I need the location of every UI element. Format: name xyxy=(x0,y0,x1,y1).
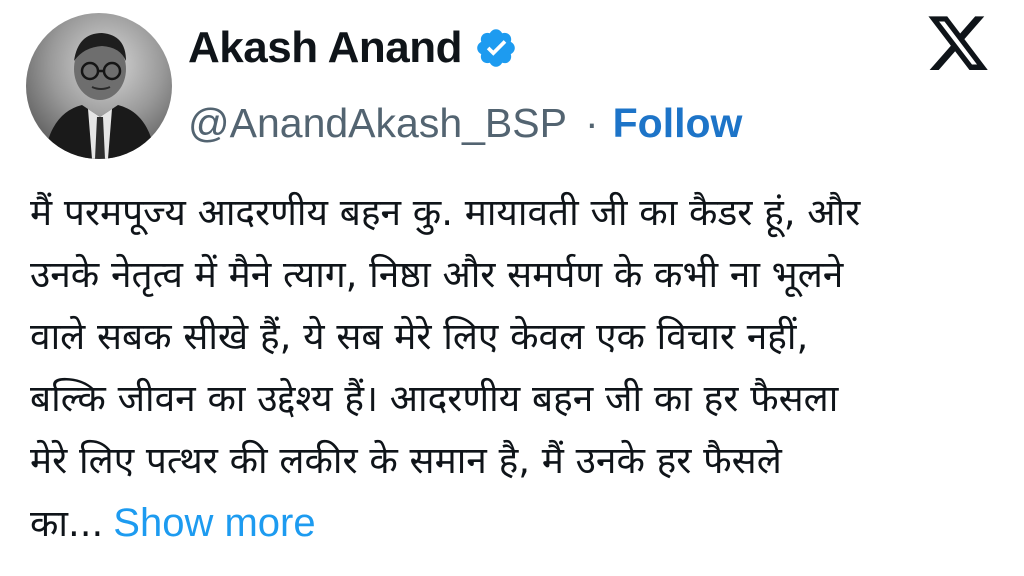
avatar-portrait-icon xyxy=(44,33,156,159)
display-name[interactable]: Akash Anand xyxy=(188,23,463,73)
verified-badge-icon[interactable] xyxy=(474,26,518,70)
tweet-text: मैं परमपूज्य आदरणीय बहन कु. मायावती जी क… xyxy=(30,182,1010,555)
tweet-line: उनके नेतृत्व में मैने त्याग, निष्ठा और स… xyxy=(30,253,844,296)
display-name-row: Akash Anand xyxy=(188,18,742,78)
tweet-line: मैं परमपूज्य आदरणीय बहन कु. मायावती जी क… xyxy=(30,191,861,234)
separator-dot: · xyxy=(584,99,599,146)
user-handle[interactable]: @AnandAkash_BSP xyxy=(188,100,567,147)
follow-button[interactable]: Follow xyxy=(613,100,743,147)
author-info: Akash Anand @AnandAkash_BSP · Follow xyxy=(188,18,742,148)
handle-row: @AnandAkash_BSP · Follow xyxy=(188,94,742,152)
tweet-line: वाले सबक सीखे हैं, ये सब मेरे लिए केवल ए… xyxy=(30,315,809,358)
tweet-line-truncated: का... xyxy=(30,502,104,545)
tweet-last-line: का... Show more xyxy=(30,492,1010,555)
x-logo-icon[interactable] xyxy=(925,13,991,75)
tweet-line: बल्कि जीवन का उद्देश्य हैं। आदरणीय बहन ज… xyxy=(30,377,839,420)
show-more-link[interactable]: Show more xyxy=(113,501,315,545)
tweet-card: Akash Anand @AnandAkash_BSP · Follow मैं… xyxy=(0,0,1024,576)
avatar[interactable] xyxy=(26,13,172,159)
tweet-line: मेरे लिए पत्थर की लकीर के समान है, मैं उ… xyxy=(30,439,782,482)
